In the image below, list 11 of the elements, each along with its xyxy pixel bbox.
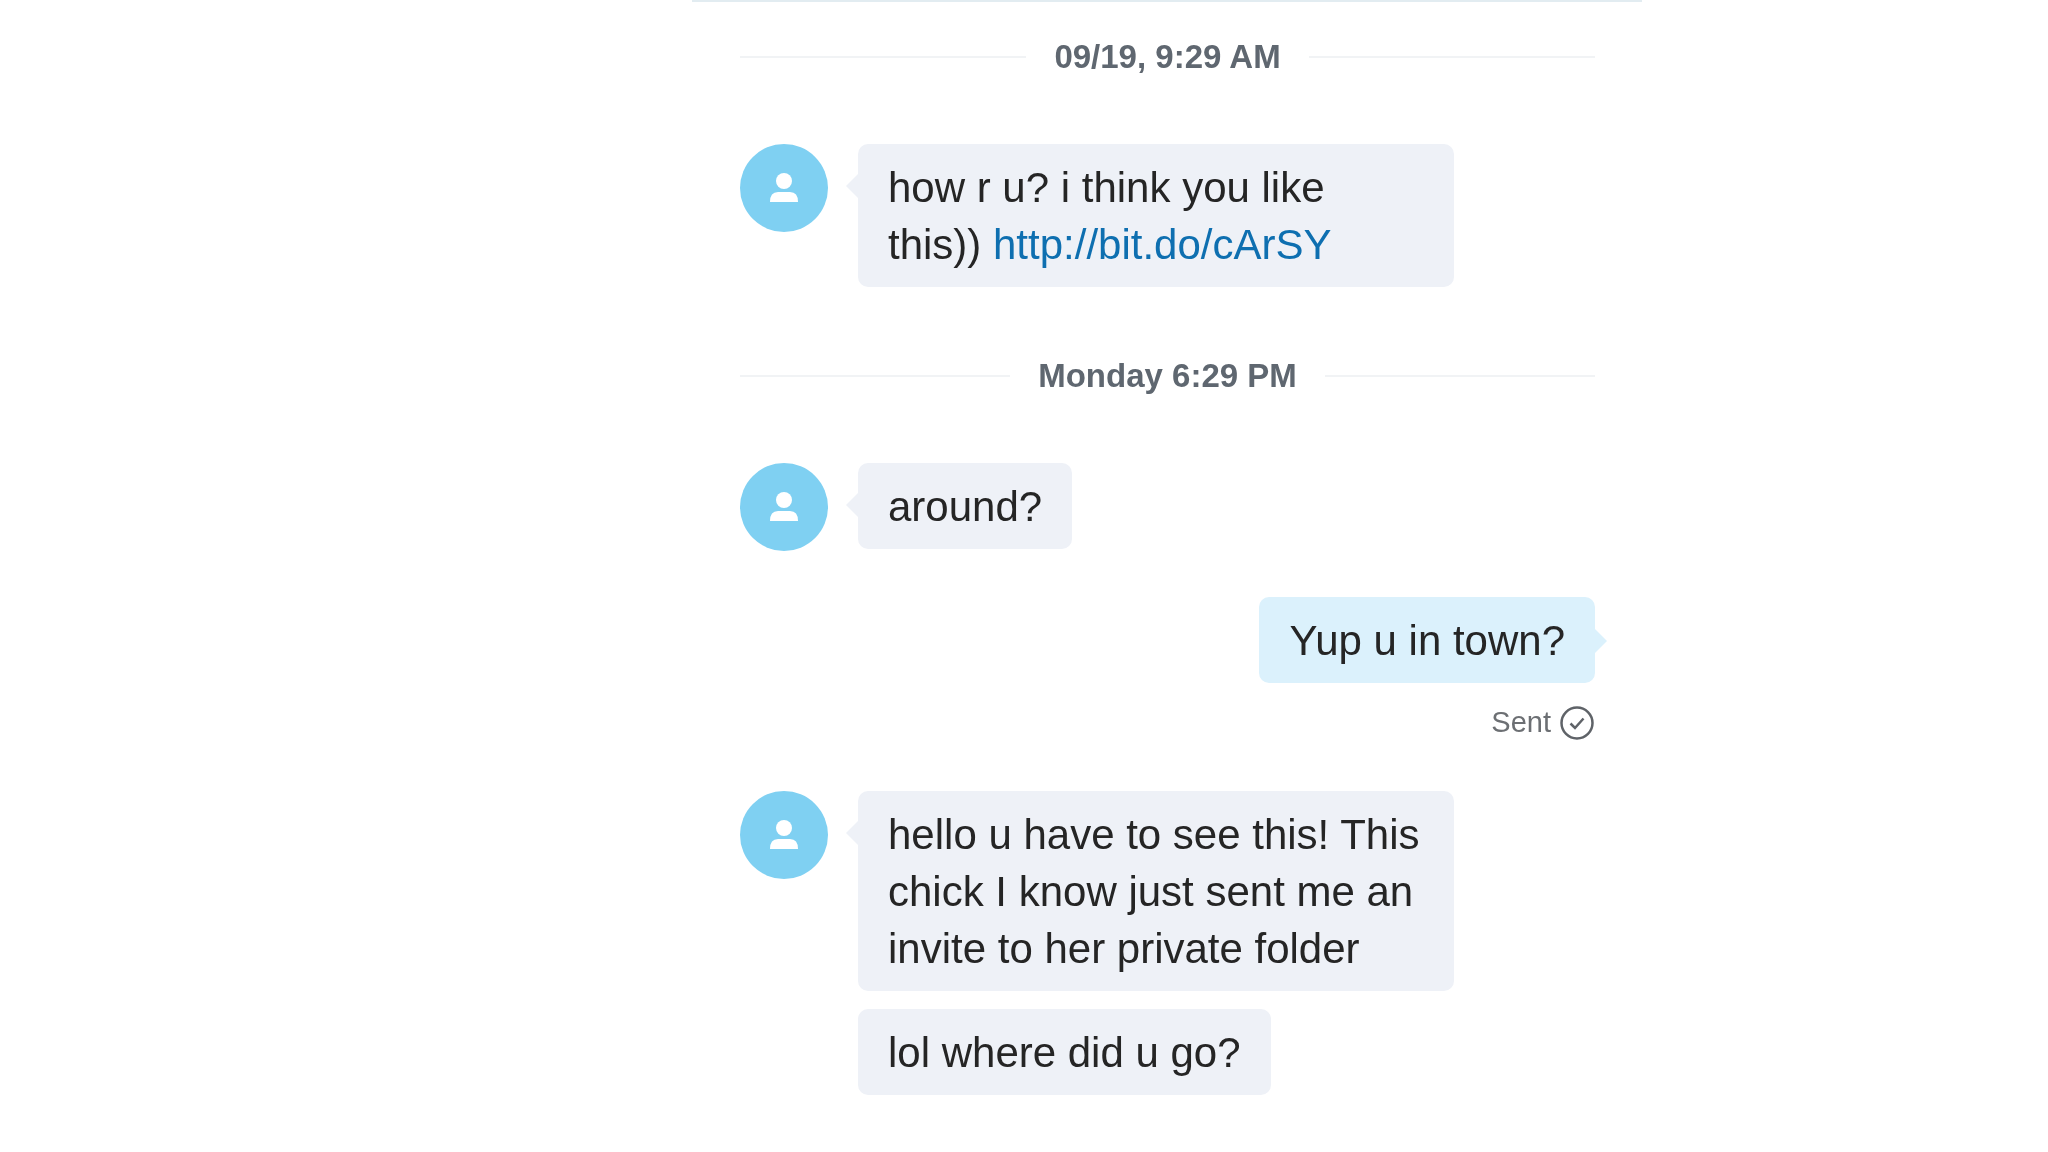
date-separator: Monday 6:29 PM — [1037, 356, 1298, 396]
message-bubble: how r u? i think you like this)) http://bit.do/cArSY — [858, 144, 1454, 287]
message-bubble: hello u have to see this! This chick I know just sent me an invite to her private folder — [858, 790, 1454, 991]
message-link[interactable]: http://bit.do/cArSY — [993, 221, 1332, 268]
sent-status: Sent — [1491, 705, 1551, 740]
message-bubble: lol where did u go? — [858, 1008, 1271, 1095]
date-separator: 09/19, 9:29 AM — [1053, 37, 1282, 77]
message-bubble: around? — [858, 463, 1073, 549]
bubble-tail — [1595, 629, 1607, 653]
message-bubble: Yup u in town? — [1259, 597, 1595, 683]
check-circle-icon — [1559, 704, 1595, 741]
